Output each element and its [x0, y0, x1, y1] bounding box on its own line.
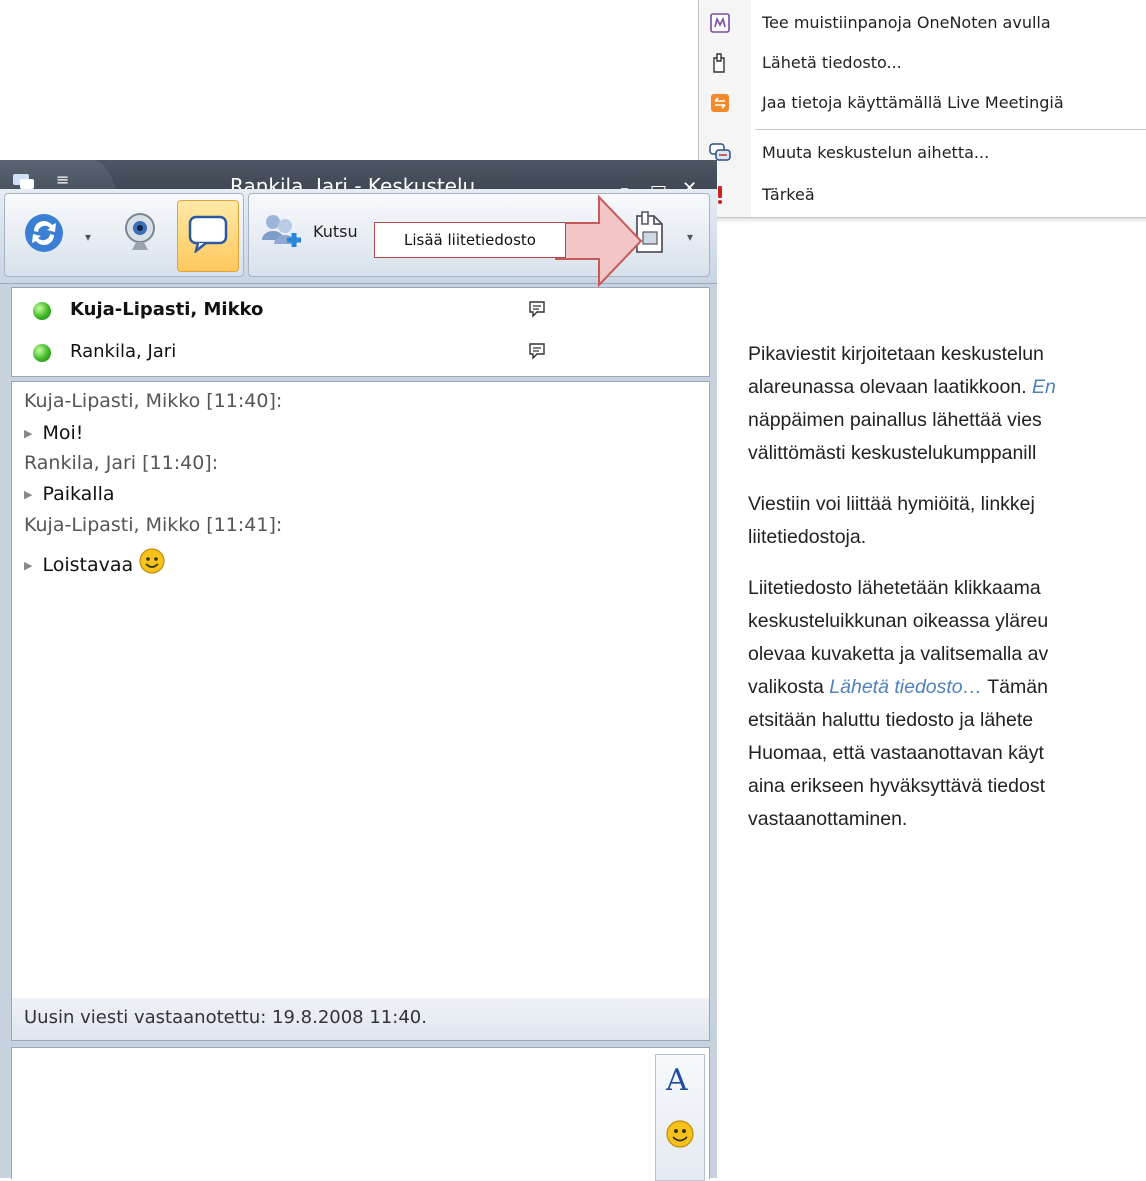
message-text: ▶ Moi! — [24, 422, 84, 444]
message-text: ▶ Paikalla — [24, 483, 115, 505]
phone-call-icon — [22, 211, 66, 259]
participant-name: Kuja-Lipasti, Mikko — [70, 299, 264, 320]
status-bar: Uusin viesti vastaanotettu: 19.8.2008 11… — [11, 998, 710, 1041]
presence-available-icon — [33, 344, 51, 362]
message-header: Kuja-Lipasti, Mikko [11:40]: — [24, 390, 283, 412]
format-panel: A — [655, 1054, 705, 1181]
im-button[interactable] — [177, 200, 239, 272]
message-header: Rankila, Jari [11:40]: — [24, 452, 219, 474]
video-button[interactable] — [113, 208, 167, 262]
participant-name: Rankila, Jari — [70, 341, 177, 362]
menu-item-send-file[interactable]: Lähetä tiedosto... — [699, 44, 1146, 82]
call-button[interactable] — [19, 210, 69, 260]
chat-bubble-icon — [188, 215, 228, 257]
participant-list: Kuja-Lipasti, Mikko Rankila, Jari — [11, 287, 710, 377]
im-status-icon — [527, 299, 549, 321]
add-contacts-icon — [259, 210, 303, 258]
invite-label: Kutsu — [313, 222, 358, 241]
onenote-icon — [709, 12, 731, 34]
conversation-window: ≡ Rankila, Jari - Keskustelu – ▭ ✕ ▾ — [0, 160, 717, 1181]
invite-button[interactable] — [257, 208, 305, 260]
webcam-icon — [120, 210, 160, 260]
toolbar-group-communication: ▾ — [4, 193, 244, 277]
font-button[interactable]: A — [666, 1063, 688, 1098]
pointer-arrow — [555, 195, 643, 287]
participant-row[interactable]: Rankila, Jari — [12, 334, 709, 374]
context-menu: Tee muistiinpanoja OneNoten avulla Lähet… — [698, 0, 1146, 218]
menu-item-onenote[interactable]: Tee muistiinpanoja OneNoten avulla — [699, 4, 1146, 42]
presence-available-icon — [33, 302, 51, 320]
paragraph: Liitetiedosto lähetetään klikkaama kesku… — [748, 577, 1049, 830]
menu-item-label: Tee muistiinpanoja OneNoten avulla — [762, 13, 1051, 32]
tooltip: Lisää liitetiedosto — [374, 222, 566, 258]
smiley-icon — [137, 548, 167, 583]
im-status-icon — [527, 341, 549, 363]
paragraph: Pikaviestit kirjoitetaan keskustelun ala… — [748, 343, 1056, 464]
message-input[interactable]: A — [11, 1047, 710, 1181]
participant-row[interactable]: Kuja-Lipasti, Mikko — [12, 292, 709, 332]
resize-grip[interactable] — [337, 1041, 367, 1056]
status-text: Uusin viesti vastaanotettu: 19.8.2008 11… — [24, 1007, 427, 1028]
menu-item-label: Lähetä tiedosto... — [762, 53, 902, 72]
resize-grip[interactable] — [337, 375, 367, 390]
live-meeting-icon — [709, 92, 731, 114]
menu-separator — [755, 129, 1146, 130]
send-file-icon — [709, 52, 731, 74]
menu-item-change-topic[interactable]: Muuta keskustelun aihetta... — [699, 134, 1146, 172]
quick-menu-icon[interactable]: ≡ — [56, 170, 69, 189]
menu-item-label: Jaa tietoja käyttämällä Live Meetingiä — [762, 93, 1064, 112]
message-header: Kuja-Lipasti, Mikko [11:41]: — [24, 514, 283, 536]
chevron-down-icon[interactable]: ▾ — [85, 230, 91, 244]
conversation-history: Kuja-Lipasti, Mikko [11:40]: ▶ Moi! Ranki… — [11, 381, 710, 999]
menu-item-important[interactable]: Tärkeä — [699, 176, 1146, 214]
menu-item-live-meeting[interactable]: Jaa tietoja käyttämällä Live Meetingiä — [699, 84, 1146, 122]
chevron-down-icon[interactable]: ▾ — [687, 230, 693, 244]
emoticon-button[interactable] — [664, 1119, 696, 1155]
menu-item-label: Tärkeä — [762, 185, 815, 204]
menu-item-label: Muuta keskustelun aihetta... — [762, 143, 990, 162]
message-text: ▶ Loistavaa — [24, 548, 167, 583]
paragraph: Viestiin voi liittää hymiöitä, linkkej l… — [748, 493, 1035, 548]
document-text: Pikaviestit kirjoitetaan keskustelun ala… — [748, 338, 1146, 854]
